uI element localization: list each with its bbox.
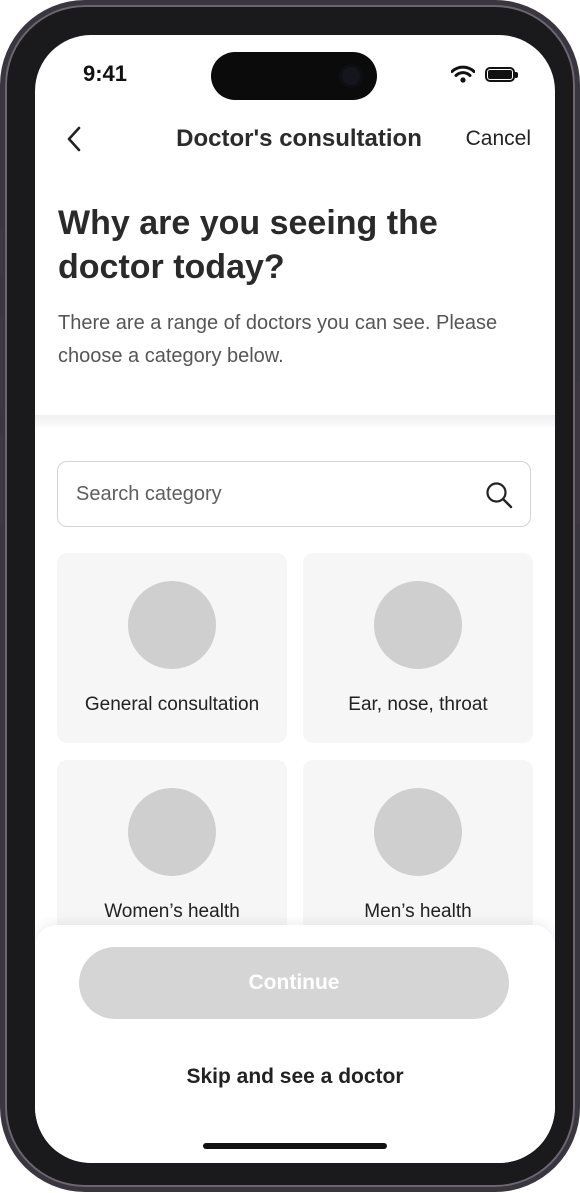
- battery-icon: [485, 66, 518, 82]
- continue-button[interactable]: Continue: [79, 947, 509, 1019]
- category-label: Ear, nose, throat: [348, 694, 488, 715]
- category-image-placeholder: [128, 581, 216, 669]
- volume-up-button: [0, 317, 3, 409]
- volume-down-button: [0, 433, 3, 525]
- cancel-button[interactable]: Cancel: [466, 127, 531, 151]
- screen: 9:41 Doctor's consultation Cancel Why ar…: [35, 35, 555, 1163]
- phone-frame: 9:41 Doctor's consultation Cancel Why ar…: [0, 5, 580, 1187]
- section-divider: [35, 415, 555, 427]
- status-icons: [451, 65, 518, 83]
- category-image-placeholder: [128, 788, 216, 876]
- category-label: General consultation: [84, 694, 260, 715]
- dynamic-island: [211, 52, 377, 100]
- nav-bar: Doctor's consultation Cancel: [35, 119, 555, 159]
- search-icon[interactable]: [484, 480, 514, 510]
- category-image-placeholder: [374, 581, 462, 669]
- home-indicator[interactable]: [203, 1143, 387, 1149]
- category-card-ent[interactable]: Ear, nose, throat: [303, 553, 533, 743]
- camera-icon: [339, 64, 363, 88]
- category-label: Women’s health: [104, 901, 240, 922]
- category-card-general[interactable]: General consultation: [57, 553, 287, 743]
- action-button: [0, 229, 3, 275]
- skip-link[interactable]: Skip and see a doctor: [35, 1065, 555, 1089]
- instruction-text: There are a range of doctors you can see…: [58, 312, 498, 367]
- search-input[interactable]: [74, 462, 468, 526]
- bottom-action-sheet: Continue Skip and see a doctor: [35, 925, 555, 1163]
- search-field[interactable]: [57, 461, 531, 527]
- status-time: 9:41: [83, 61, 128, 86]
- category-label: Men’s health: [364, 901, 472, 922]
- question-heading: Why are you seeing the doctor today?: [58, 204, 438, 286]
- category-card-mens-health[interactable]: Men’s health: [303, 760, 533, 950]
- wifi-icon: [451, 65, 475, 83]
- category-image-placeholder: [374, 788, 462, 876]
- category-card-womens-health[interactable]: Women’s health: [57, 760, 287, 950]
